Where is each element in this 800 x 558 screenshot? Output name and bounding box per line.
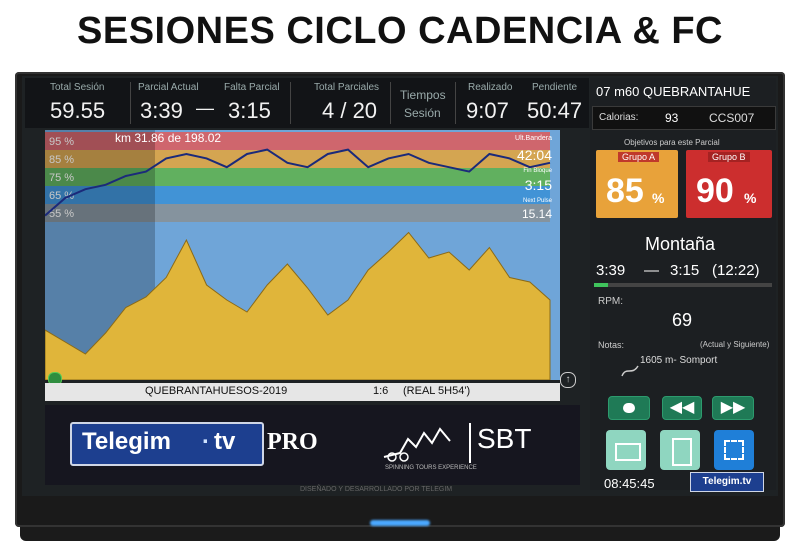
tv-footer-text: DISEÑADO Y DESARROLLADO POR TELEGIM bbox=[300, 486, 453, 493]
forward-button[interactable]: ▶▶ bbox=[712, 396, 754, 420]
rewind-button[interactable]: ◀◀ bbox=[662, 396, 702, 420]
pro-label: PRO bbox=[267, 429, 318, 455]
calorias-box: Calorias: 93 CCS007 bbox=[592, 106, 776, 130]
topbar-divider bbox=[390, 82, 391, 124]
tv-power-light bbox=[370, 520, 430, 526]
total-parciales-value: 4 / 20 bbox=[322, 98, 378, 123]
telegim-dot: . bbox=[202, 422, 209, 449]
grupo-a-percent: % bbox=[652, 190, 665, 206]
clock: 08:45:45 bbox=[604, 476, 655, 491]
parcial-progress-track bbox=[594, 283, 772, 287]
route-name: QUEBRANTAHUESOS-2019 bbox=[145, 385, 288, 397]
next-pulse-value: 15.14 bbox=[522, 207, 552, 221]
grupo-a-value: 85 bbox=[606, 172, 644, 210]
topbar-divider bbox=[455, 82, 456, 124]
telegim-logo: Telegim . tv bbox=[70, 422, 264, 466]
clipboard-icon bbox=[672, 438, 692, 466]
page-title: SESIONES CICLO CADENCIA & FC bbox=[77, 10, 723, 52]
pendiente-label: Pendiente bbox=[532, 82, 578, 93]
total-parciales-label: Total Parciales bbox=[314, 82, 380, 93]
sbt-divider bbox=[469, 423, 471, 463]
pendiente-value: 50:47 bbox=[527, 98, 583, 123]
total-sesion-label: Total Sesión bbox=[50, 82, 105, 93]
parcial-time: 3:39 bbox=[596, 262, 626, 279]
falta-parcial-label: Falta Parcial bbox=[224, 82, 280, 93]
clipboard-button[interactable] bbox=[660, 430, 700, 470]
sbt-logo: SBT bbox=[477, 423, 532, 454]
fullscreen-button[interactable] bbox=[714, 430, 754, 470]
route-footer: QUEBRANTAHUESOS-2019 1:6 (REAL 5H54') bbox=[45, 383, 560, 401]
parcial-progress-fill bbox=[594, 283, 609, 287]
falta-time: 3:15 bbox=[670, 262, 700, 279]
session-code: CCS007 bbox=[709, 111, 755, 125]
parcial-dash: — bbox=[196, 98, 214, 118]
fin-bloque-label: Fin Bloque bbox=[523, 168, 552, 174]
fin-bloque-value: 3:15 bbox=[525, 177, 552, 193]
list-button[interactable] bbox=[606, 430, 646, 470]
tv-stand bbox=[20, 527, 780, 541]
parcial-actual-label: Parcial Actual bbox=[138, 82, 199, 93]
pause-button[interactable] bbox=[608, 396, 650, 420]
forward-icon: ▶▶ bbox=[720, 399, 746, 416]
grupo-b-box: Grupo B 90 % bbox=[686, 150, 772, 218]
branding-area: Telegim . tv PRO SBT SPINNING TOURS EXPE… bbox=[45, 405, 580, 485]
realizado-value: 9:07 bbox=[466, 98, 509, 123]
rpm-value: 69 bbox=[672, 310, 693, 330]
tipo-parcial: Montaña bbox=[645, 234, 716, 254]
objetivos-label: Objetivos para este Parcial bbox=[624, 138, 720, 147]
route-real-time: (REAL 5H54') bbox=[403, 385, 471, 397]
list-icon bbox=[615, 443, 641, 461]
rewind-icon: ◀◀ bbox=[669, 399, 695, 416]
telegim-small-logo: Telegim.tv bbox=[690, 472, 764, 492]
topbar-divider bbox=[130, 82, 131, 124]
notas-hint: (Actual y Siguiente) bbox=[700, 340, 770, 349]
grupo-a-label: Grupo A bbox=[618, 152, 660, 162]
next-pulse-label: Next Pulse bbox=[523, 198, 553, 204]
grupo-b-label: Grupo B bbox=[708, 152, 750, 162]
parcial-actual-value: 3:39 bbox=[140, 98, 183, 123]
pause-icon bbox=[623, 403, 635, 413]
rpm-label: RPM: bbox=[598, 296, 623, 307]
grupo-b-percent: % bbox=[744, 190, 757, 206]
sbt-subtitle: SPINNING TOURS EXPERIENCE bbox=[385, 465, 477, 471]
parcial-dash: — bbox=[644, 262, 659, 279]
fullscreen-icon bbox=[724, 440, 744, 460]
scroll-up-icon[interactable]: ↑ bbox=[560, 372, 576, 388]
ult-bandera-value: 42:04 bbox=[517, 147, 552, 163]
sbt-rider-icon bbox=[383, 427, 451, 462]
grupo-b-value: 90 bbox=[696, 172, 734, 210]
route-ratio: 1:6 bbox=[373, 385, 389, 397]
ult-bandera-label: Ult.Bandera bbox=[515, 135, 552, 142]
km-label: km 31.86 de 198.02 bbox=[115, 131, 221, 145]
telegim-tv: tv bbox=[214, 428, 236, 455]
nota-text: 1605 m- Somport bbox=[640, 355, 718, 366]
telegim-text: Telegim bbox=[82, 428, 171, 455]
notas-label: Notas: bbox=[598, 340, 625, 350]
session-chart: 95 %85 %75 %65 %55 %km 31.86 de 198.02 Ul… bbox=[45, 130, 560, 380]
session-name: 07 m60 QUEBRANTAHUE bbox=[596, 84, 751, 99]
sesion-label: Sesión bbox=[404, 106, 441, 120]
topbar-divider bbox=[290, 82, 291, 124]
realizado-label: Realizado bbox=[468, 82, 513, 93]
falta-parcial-value: 3:15 bbox=[228, 98, 271, 123]
route-icon bbox=[621, 365, 639, 377]
calorias-label: Calorias: bbox=[599, 112, 639, 123]
calorias-value: 93 bbox=[665, 111, 679, 125]
grupo-a-box: Grupo A 85 % bbox=[596, 150, 678, 218]
total-sesion-value: 59.55 bbox=[50, 98, 106, 123]
tiempos-label: Tiempos bbox=[400, 88, 446, 102]
falta-total: (12:22) bbox=[712, 262, 760, 279]
